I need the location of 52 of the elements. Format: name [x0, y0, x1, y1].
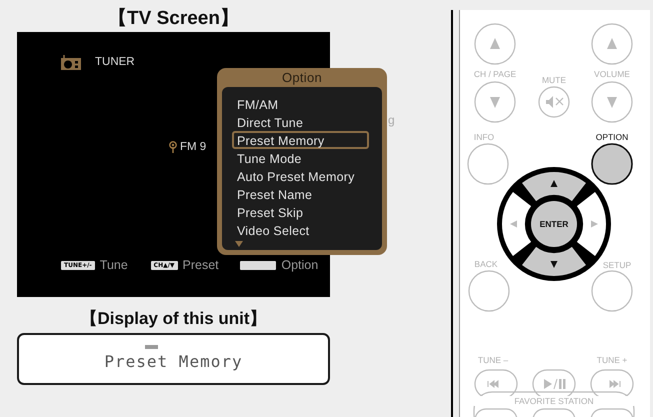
volume-down-button[interactable] [591, 81, 633, 123]
button-caption: MUTE [542, 75, 566, 85]
option-button[interactable] [591, 143, 633, 185]
menu-item[interactable]: Preset Name [232, 185, 369, 203]
key-badge [240, 260, 276, 270]
button-caption: BACK [474, 259, 498, 269]
tune-down-button[interactable] [474, 369, 518, 399]
source-label: TUNER [95, 56, 135, 68]
display-text: Preset Memory [104, 352, 243, 371]
antenna-icon [169, 141, 177, 153]
down-button[interactable] [522, 246, 586, 276]
mute-button[interactable] [538, 86, 570, 118]
back-button[interactable] [468, 270, 510, 312]
info-button[interactable] [467, 143, 509, 185]
indicator-icon [145, 345, 158, 349]
menu-item[interactable]: Tune Mode [232, 149, 369, 167]
section-title: 【Display of this unit】 [80, 308, 267, 330]
favorite-button[interactable] [532, 408, 576, 417]
menu-item[interactable]: Preset Memory [232, 131, 369, 149]
favorite-button[interactable] [474, 408, 518, 417]
setup-button[interactable] [591, 270, 633, 312]
play-pause-button[interactable] [532, 369, 576, 399]
button-caption: TUNE – [478, 355, 508, 365]
hint-label: Tune [100, 258, 128, 272]
section-title: 【TV Screen】 [108, 6, 239, 31]
menu-item[interactable]: Auto Preset Memory [232, 167, 369, 185]
button-caption: OPTION [596, 132, 628, 142]
button-caption: VOLUME [594, 69, 630, 79]
frequency-text: FM 9 [180, 141, 206, 153]
partial-text: g [388, 113, 395, 127]
menu-item[interactable]: FM/AM [232, 95, 369, 113]
menu-item[interactable]: Direct Tune [232, 113, 369, 131]
hint-label: Option [281, 258, 318, 272]
group-caption: FAVORITE STATION [514, 396, 594, 406]
enter-button[interactable]: ENTER [531, 201, 577, 247]
menu-item[interactable]: Video Select [232, 221, 369, 239]
volume-up-button[interactable] [591, 23, 633, 65]
right-button[interactable] [576, 192, 606, 256]
menu-item[interactable]: Preset Skip [232, 203, 369, 221]
radio-icon [61, 54, 81, 70]
button-caption: SETUP [602, 260, 632, 270]
left-button[interactable] [502, 192, 532, 256]
up-button[interactable] [522, 172, 586, 202]
channel-down-button[interactable] [474, 81, 516, 123]
button-caption: INFO [474, 132, 494, 142]
tune-up-button[interactable] [590, 369, 634, 399]
channel-up-button[interactable] [474, 23, 516, 65]
button-caption: TUNE + [596, 355, 628, 365]
menu-title: Option [282, 70, 322, 85]
favorite-button[interactable] [590, 408, 634, 417]
hint-label: Preset [182, 258, 219, 272]
button-caption: CH / PAGE [474, 69, 516, 79]
